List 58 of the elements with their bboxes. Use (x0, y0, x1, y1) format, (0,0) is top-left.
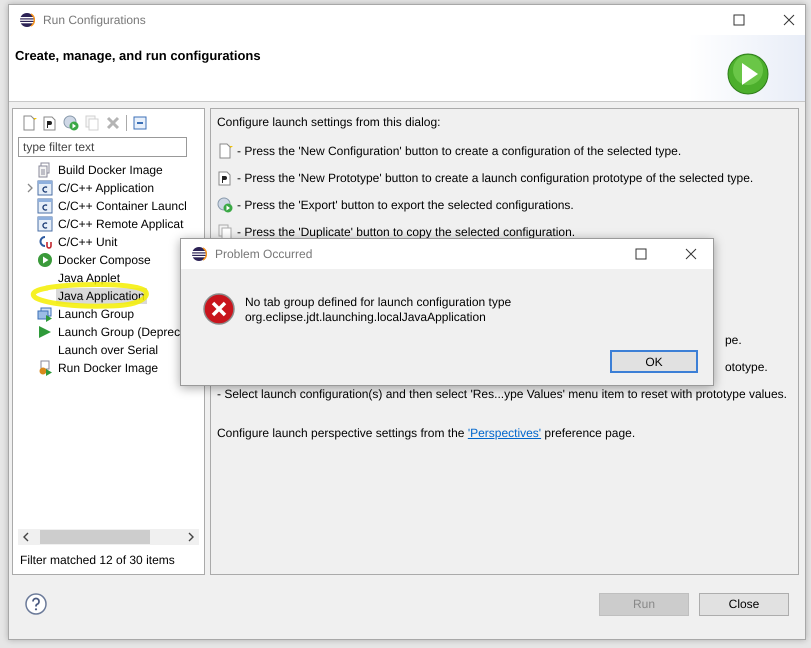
info-text: - Press the 'Export' button to export the selected configurations. (237, 198, 574, 212)
error-message: No tab group defined for launch configuration type org.eclipse.jdt.launching.localJavaApplication (245, 294, 512, 325)
partial-text: ototype. (725, 360, 768, 374)
collapse-icon[interactable] (132, 115, 148, 131)
play-icon (37, 252, 53, 268)
globe-play-icon (217, 196, 233, 212)
close-button[interactable]: Close (699, 592, 789, 616)
tree-item[interactable]: Java Applet (56, 270, 122, 286)
filter-field[interactable]: type filter text (18, 137, 187, 157)
new-file-icon[interactable] (21, 115, 37, 131)
tree-item[interactable]: Launch Group (Deprec (56, 324, 182, 340)
tree-item[interactable]: Run Docker Image (56, 360, 160, 376)
c-window-icon (37, 180, 53, 196)
filter-status: Filter matched 12 of 30 items (19, 552, 176, 569)
app-logo-icon (191, 246, 207, 262)
app-logo-icon (19, 12, 35, 28)
maximize-icon[interactable] (635, 248, 647, 260)
tree-item[interactable]: C/C++ Unit (56, 234, 120, 250)
info-text: - Select launch configuration(s) and then select 'Res...ype Values' menu item to reset with prototype values. (217, 386, 787, 400)
scroll-right-icon[interactable] (187, 532, 195, 542)
tree-item[interactable]: Launch over Serial (56, 342, 160, 358)
tree-item[interactable]: Launch Group (56, 306, 136, 322)
cu-letters-icon (37, 234, 53, 250)
info-text: preference page. (543, 426, 636, 440)
tree-item[interactable]: Build Docker Image (56, 162, 165, 178)
scroll-left-icon[interactable] (22, 532, 30, 542)
tree-item[interactable]: C/C++ Application (56, 180, 156, 196)
ok-button[interactable]: OK (610, 350, 698, 373)
horizontal-scrollbar[interactable] (18, 529, 199, 545)
tree-item[interactable]: C/C++ Container Launcl (56, 198, 189, 214)
window-title: Run Configurations (43, 13, 146, 27)
info-text: Configure launch perspective settings from the (217, 426, 466, 440)
prototype-icon[interactable] (42, 115, 58, 131)
info-text: - Press the 'New Prototype' button to create a launch configuration prototype of the selected type. (237, 170, 754, 184)
maximize-icon[interactable] (733, 14, 745, 26)
close-icon[interactable] (783, 14, 795, 26)
info-text: - Press the 'New Configuration' button to create a configuration of the selected type. (237, 144, 682, 158)
tree-item[interactable]: Docker Compose (56, 252, 153, 268)
play-icon (727, 53, 769, 95)
windows-play-icon (37, 306, 53, 322)
new-file-icon (217, 142, 233, 158)
globe-play-icon[interactable] (63, 115, 79, 131)
help-icon[interactable] (25, 593, 47, 615)
c-window-icon (37, 216, 53, 232)
dialog-title: Problem Occurred (215, 247, 312, 261)
header-title: Create, manage, and run configurations (15, 48, 261, 63)
play-arrow-icon (37, 324, 53, 340)
prototype-icon (217, 170, 233, 186)
gear-play-icon (37, 360, 53, 376)
intro-text: Configure launch settings from this dialog: (217, 115, 442, 131)
partial-text: pe. (725, 332, 742, 346)
c-window-icon (37, 198, 53, 214)
info-text: - Press the 'Duplicate' button to copy the selected configuration. (237, 224, 576, 238)
tree-item[interactable]: C/C++ Remote Applicat (56, 216, 186, 232)
expand-chevron-icon[interactable] (26, 183, 34, 193)
error-icon (203, 293, 235, 325)
perspectives-link[interactable]: 'Perspectives' (468, 426, 542, 440)
close-icon[interactable] (685, 248, 697, 260)
